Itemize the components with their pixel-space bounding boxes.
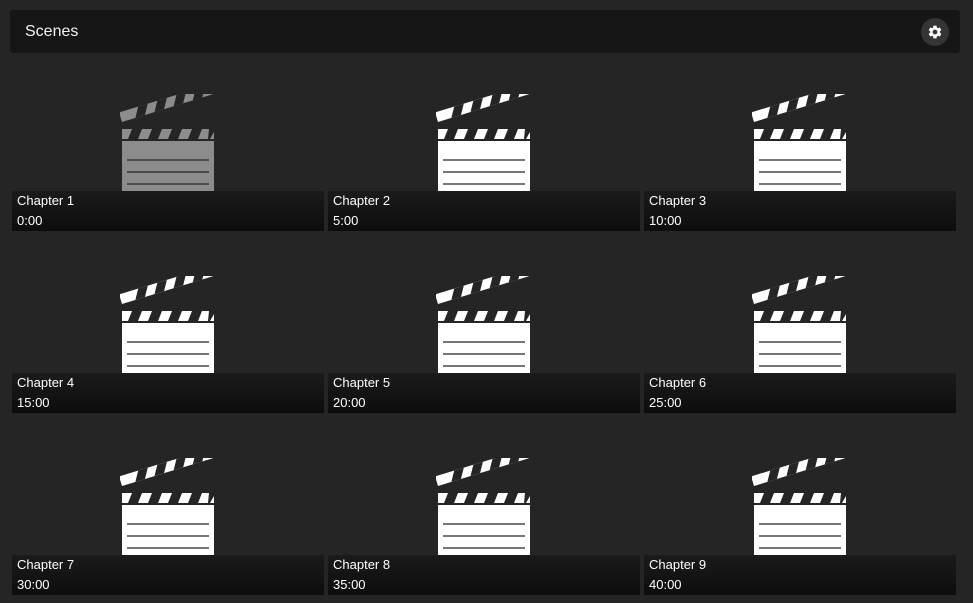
clapperboard-icon bbox=[120, 276, 214, 374]
scene-title: Chapter 2 bbox=[333, 193, 391, 208]
scene-caption: Chapter 1 0:00 bbox=[12, 191, 324, 231]
scene-time: 10:00 bbox=[649, 213, 682, 228]
clapperboard-icon bbox=[120, 458, 214, 556]
scene-caption: Chapter 9 40:00 bbox=[644, 555, 956, 595]
scene-caption: Chapter 3 10:00 bbox=[644, 191, 956, 231]
scene-thumbnail bbox=[328, 254, 640, 374]
scene-caption: Chapter 4 15:00 bbox=[12, 373, 324, 413]
scene-time: 5:00 bbox=[333, 213, 359, 228]
clapperboard-icon bbox=[752, 276, 846, 374]
scene-caption: Chapter 7 30:00 bbox=[12, 555, 324, 595]
scene-time: 35:00 bbox=[333, 577, 366, 592]
scene-caption: Chapter 6 25:00 bbox=[644, 373, 956, 413]
scene-tile-6[interactable]: Chapter 6 25:00 bbox=[644, 254, 956, 413]
scene-tile-1[interactable]: Chapter 1 0:00 bbox=[12, 72, 324, 231]
scene-thumbnail bbox=[644, 72, 956, 192]
clapperboard-icon bbox=[752, 458, 846, 556]
scene-caption: Chapter 2 5:00 bbox=[328, 191, 640, 231]
scene-thumbnail bbox=[644, 254, 956, 374]
scene-tile-2[interactable]: Chapter 2 5:00 bbox=[328, 72, 640, 231]
clapperboard-icon bbox=[120, 94, 214, 192]
scene-time: 25:00 bbox=[649, 395, 682, 410]
scene-tile-3[interactable]: Chapter 3 10:00 bbox=[644, 72, 956, 231]
scene-time: 0:00 bbox=[17, 213, 43, 228]
scene-thumbnail bbox=[328, 72, 640, 192]
scene-thumbnail bbox=[644, 436, 956, 556]
scene-title: Chapter 4 bbox=[17, 375, 75, 390]
clapperboard-icon bbox=[436, 94, 530, 192]
scene-time: 20:00 bbox=[333, 395, 366, 410]
scene-caption: Chapter 8 35:00 bbox=[328, 555, 640, 595]
scenes-header: Scenes bbox=[10, 10, 960, 53]
scene-time: 30:00 bbox=[17, 577, 50, 592]
scene-tile-4[interactable]: Chapter 4 15:00 bbox=[12, 254, 324, 413]
scene-tile-7[interactable]: Chapter 7 30:00 bbox=[12, 436, 324, 595]
clapperboard-icon bbox=[752, 94, 846, 192]
scene-title: Chapter 1 bbox=[17, 193, 75, 208]
scene-thumbnail bbox=[12, 72, 324, 192]
clapperboard-icon bbox=[436, 458, 530, 556]
gear-icon bbox=[928, 25, 942, 39]
scene-tile-5[interactable]: Chapter 5 20:00 bbox=[328, 254, 640, 413]
page-title: Scenes bbox=[25, 23, 79, 40]
scene-title: Chapter 6 bbox=[649, 375, 707, 390]
scene-thumbnail bbox=[12, 436, 324, 556]
scene-caption: Chapter 5 20:00 bbox=[328, 373, 640, 413]
scene-time: 40:00 bbox=[649, 577, 682, 592]
scene-thumbnail bbox=[12, 254, 324, 374]
clapperboard-icon bbox=[436, 276, 530, 374]
scene-tile-8[interactable]: Chapter 8 35:00 bbox=[328, 436, 640, 595]
scene-time: 15:00 bbox=[17, 395, 50, 410]
scene-title: Chapter 3 bbox=[649, 193, 707, 208]
scene-title: Chapter 9 bbox=[649, 557, 707, 572]
scene-title: Chapter 8 bbox=[333, 557, 391, 572]
scene-title: Chapter 5 bbox=[333, 375, 391, 390]
scene-thumbnail bbox=[328, 436, 640, 556]
scene-title: Chapter 7 bbox=[17, 557, 75, 572]
scene-tile-9[interactable]: Chapter 9 40:00 bbox=[644, 436, 956, 595]
settings-button[interactable] bbox=[921, 18, 949, 46]
scene-grid: Chapter 1 0:00 Chapter 2 5:00 Chapter 3 … bbox=[12, 72, 957, 595]
